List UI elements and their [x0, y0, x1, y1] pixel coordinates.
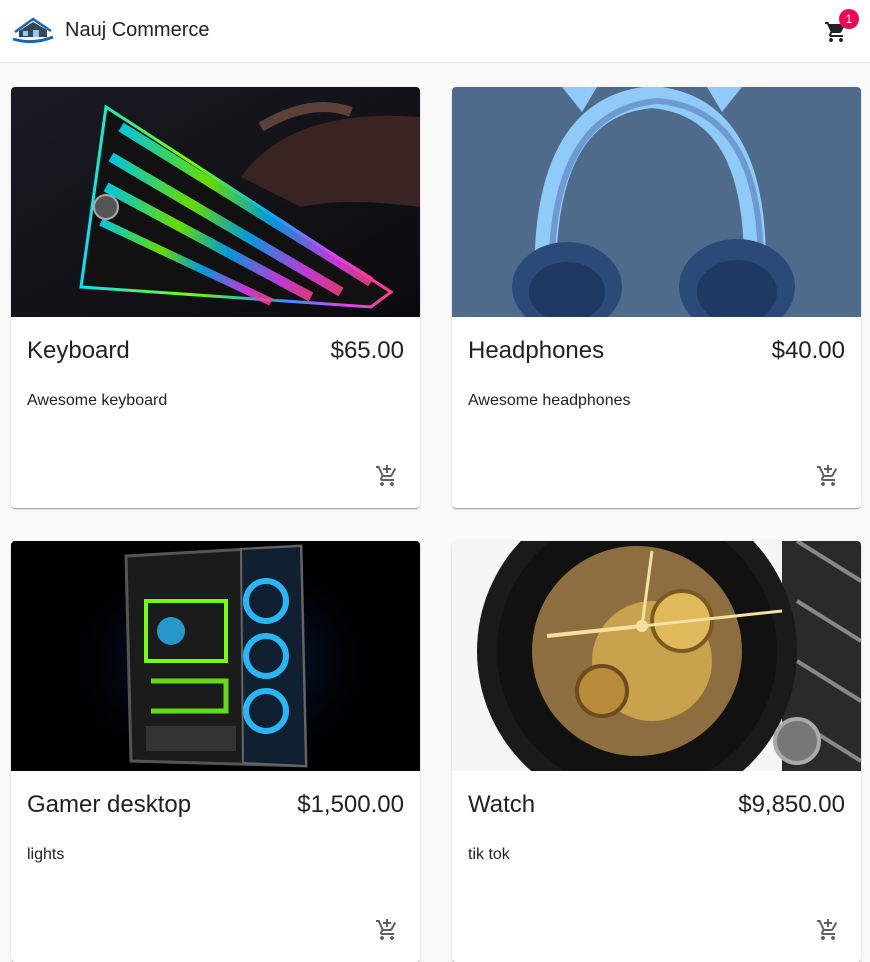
- product-name: Gamer desktop: [27, 791, 192, 818]
- cart-count-badge: 1: [839, 9, 859, 29]
- product-name: Keyboard: [27, 337, 130, 364]
- add-to-cart-button[interactable]: [371, 914, 403, 946]
- product-description: lights: [27, 846, 65, 863]
- product-name: Watch: [468, 791, 536, 818]
- add-shopping-cart-icon: [376, 465, 397, 486]
- app-bar: Nauj Commerce 1: [0, 0, 870, 63]
- house-logo-icon[interactable]: [11, 17, 55, 45]
- cart-button[interactable]: 1: [816, 9, 860, 52]
- headphones-image: [452, 87, 861, 317]
- product-description: Awesome keyboard: [27, 392, 168, 409]
- add-to-cart-button[interactable]: [812, 914, 844, 946]
- brand-title[interactable]: Nauj Commerce: [65, 19, 209, 42]
- add-shopping-cart-icon: [817, 919, 838, 940]
- product-price: $9,850.00: [738, 791, 845, 818]
- product-price: $65.00: [330, 337, 404, 364]
- product-card: Gamer desktop $1,500.00 lights: [11, 541, 420, 962]
- add-shopping-cart-icon: [376, 919, 397, 940]
- gamer-desktop-image: [11, 541, 420, 771]
- product-price: $1,500.00: [297, 791, 404, 818]
- product-card: Watch $9,850.00 tik tok: [452, 541, 861, 962]
- product-description: Awesome headphones: [468, 392, 631, 409]
- add-shopping-cart-icon: [817, 465, 838, 486]
- product-description: tik tok: [468, 846, 510, 863]
- product-price: $40.00: [771, 337, 845, 364]
- add-to-cart-button[interactable]: [812, 460, 844, 492]
- product-name: Headphones: [468, 337, 605, 364]
- watch-image: [452, 541, 861, 771]
- product-card: Keyboard $65.00 Awesome keyboard: [11, 87, 420, 508]
- add-to-cart-button[interactable]: [371, 460, 403, 492]
- product-card: Headphones $40.00 Awesome headphones: [452, 87, 861, 508]
- keyboard-image: [11, 87, 420, 317]
